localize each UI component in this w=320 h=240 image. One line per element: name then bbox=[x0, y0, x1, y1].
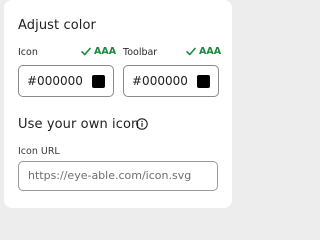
icon-url-placeholder[interactable]: https://eye-able.com/icon.svg bbox=[28, 169, 191, 182]
checkmark-icon bbox=[81, 47, 91, 56]
icon-color-label: Icon bbox=[18, 47, 38, 58]
toolbar-color-input[interactable]: #000000 bbox=[123, 65, 219, 97]
info-icon[interactable] bbox=[136, 118, 148, 130]
settings-card: Adjust color Icon AAA #000000 Toolbar AA… bbox=[4, 0, 232, 208]
toolbar-color-swatch[interactable] bbox=[197, 75, 210, 88]
icon-color-value[interactable]: #000000 bbox=[27, 74, 83, 88]
icon-color-input[interactable]: #000000 bbox=[18, 65, 114, 97]
icon-contrast-rating: AAA bbox=[94, 46, 117, 57]
toolbar-color-label: Toolbar bbox=[123, 47, 158, 58]
checkmark-icon bbox=[186, 47, 196, 56]
toolbar-contrast-rating: AAA bbox=[199, 46, 222, 57]
toolbar-contrast-badge: AAA bbox=[186, 46, 221, 57]
adjust-color-title: Adjust color bbox=[18, 18, 96, 33]
icon-url-input[interactable]: https://eye-able.com/icon.svg bbox=[18, 161, 218, 191]
icon-color-swatch[interactable] bbox=[92, 75, 105, 88]
icon-url-label: Icon URL bbox=[18, 146, 60, 157]
toolbar-color-value[interactable]: #000000 bbox=[132, 74, 188, 88]
icon-contrast-badge: AAA bbox=[81, 46, 116, 57]
own-icon-title: Use your own icon bbox=[18, 117, 140, 132]
